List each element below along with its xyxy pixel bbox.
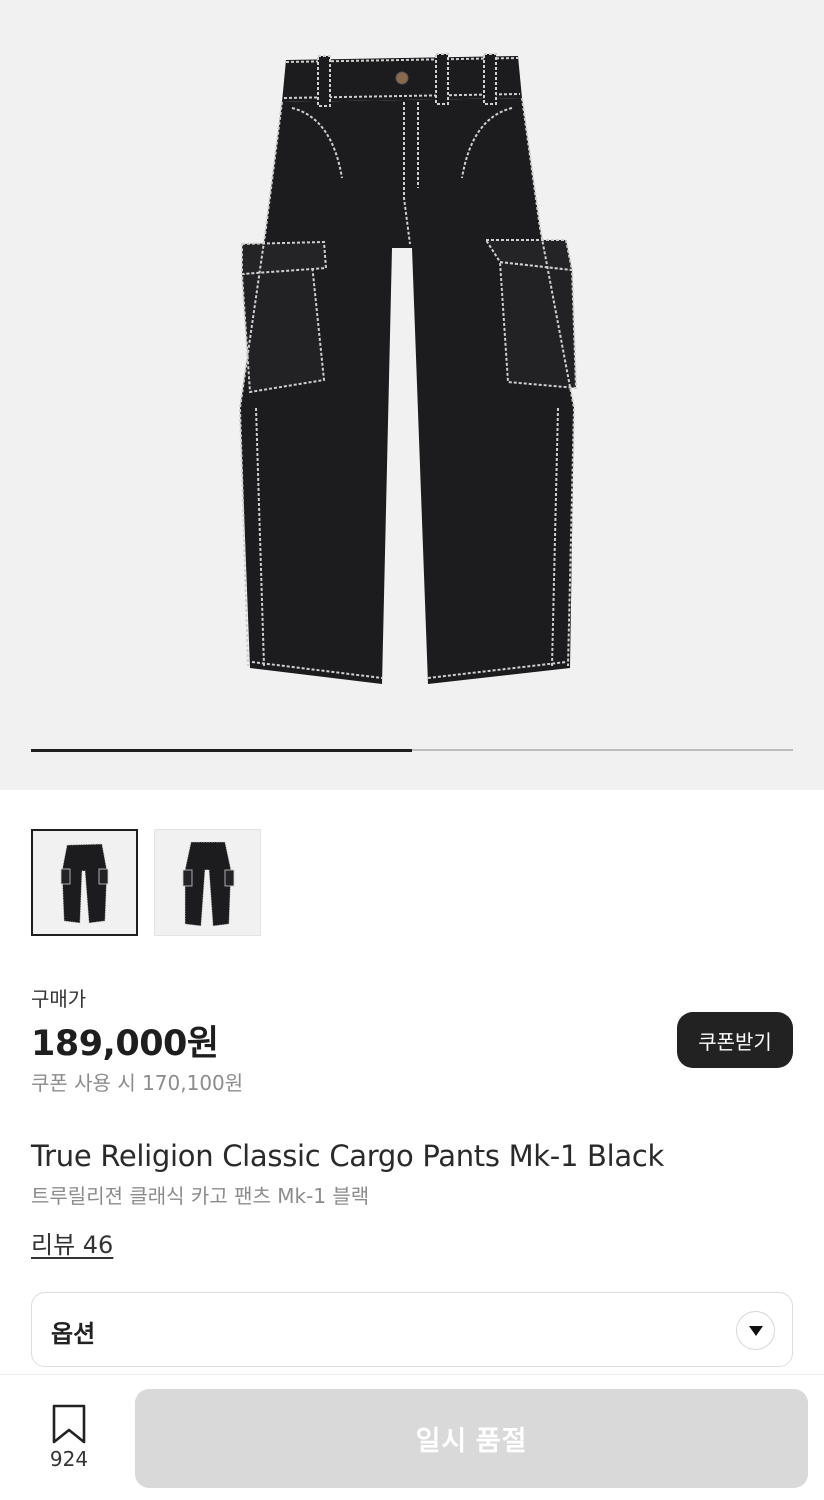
option-label: 옵션 xyxy=(51,1320,96,1348)
get-coupon-button[interactable]: 쿠폰받기 xyxy=(677,1012,793,1068)
product-title-en: True Religion Classic Cargo Pants Mk-1 B… xyxy=(31,1139,664,1173)
carousel-progress-track xyxy=(31,748,793,752)
thumbnail-angle[interactable] xyxy=(154,829,261,936)
bookmark-button[interactable]: 924 xyxy=(36,1400,102,1480)
price-label: 구매가 xyxy=(31,987,87,1011)
review-link[interactable]: 리뷰 46 xyxy=(31,1225,113,1260)
coupon-price-text: 쿠폰 사용 시 170,100원 xyxy=(31,1071,244,1095)
cargo-pants-angle-thumbnail xyxy=(182,841,235,927)
chevron-down-icon[interactable] xyxy=(736,1311,775,1350)
bookmark-icon xyxy=(52,1404,86,1444)
option-select[interactable]: 옵션 xyxy=(31,1292,793,1367)
product-price: 189,000원 xyxy=(31,1024,219,1064)
product-title-ko: 트루릴리젼 클래식 카고 팬츠 Mk-1 블랙 xyxy=(31,1184,370,1208)
cargo-pants-product-photo xyxy=(238,53,578,684)
thumbnail-front[interactable] xyxy=(31,829,138,936)
bookmark-count: 924 xyxy=(49,1447,89,1471)
sold-out-button: 일시 품절 xyxy=(135,1389,808,1488)
cargo-pants-front-thumbnail xyxy=(60,843,109,924)
bottom-bar-divider xyxy=(0,1374,824,1375)
carousel-progress-fill xyxy=(31,748,412,752)
product-image-carousel[interactable] xyxy=(0,0,824,790)
